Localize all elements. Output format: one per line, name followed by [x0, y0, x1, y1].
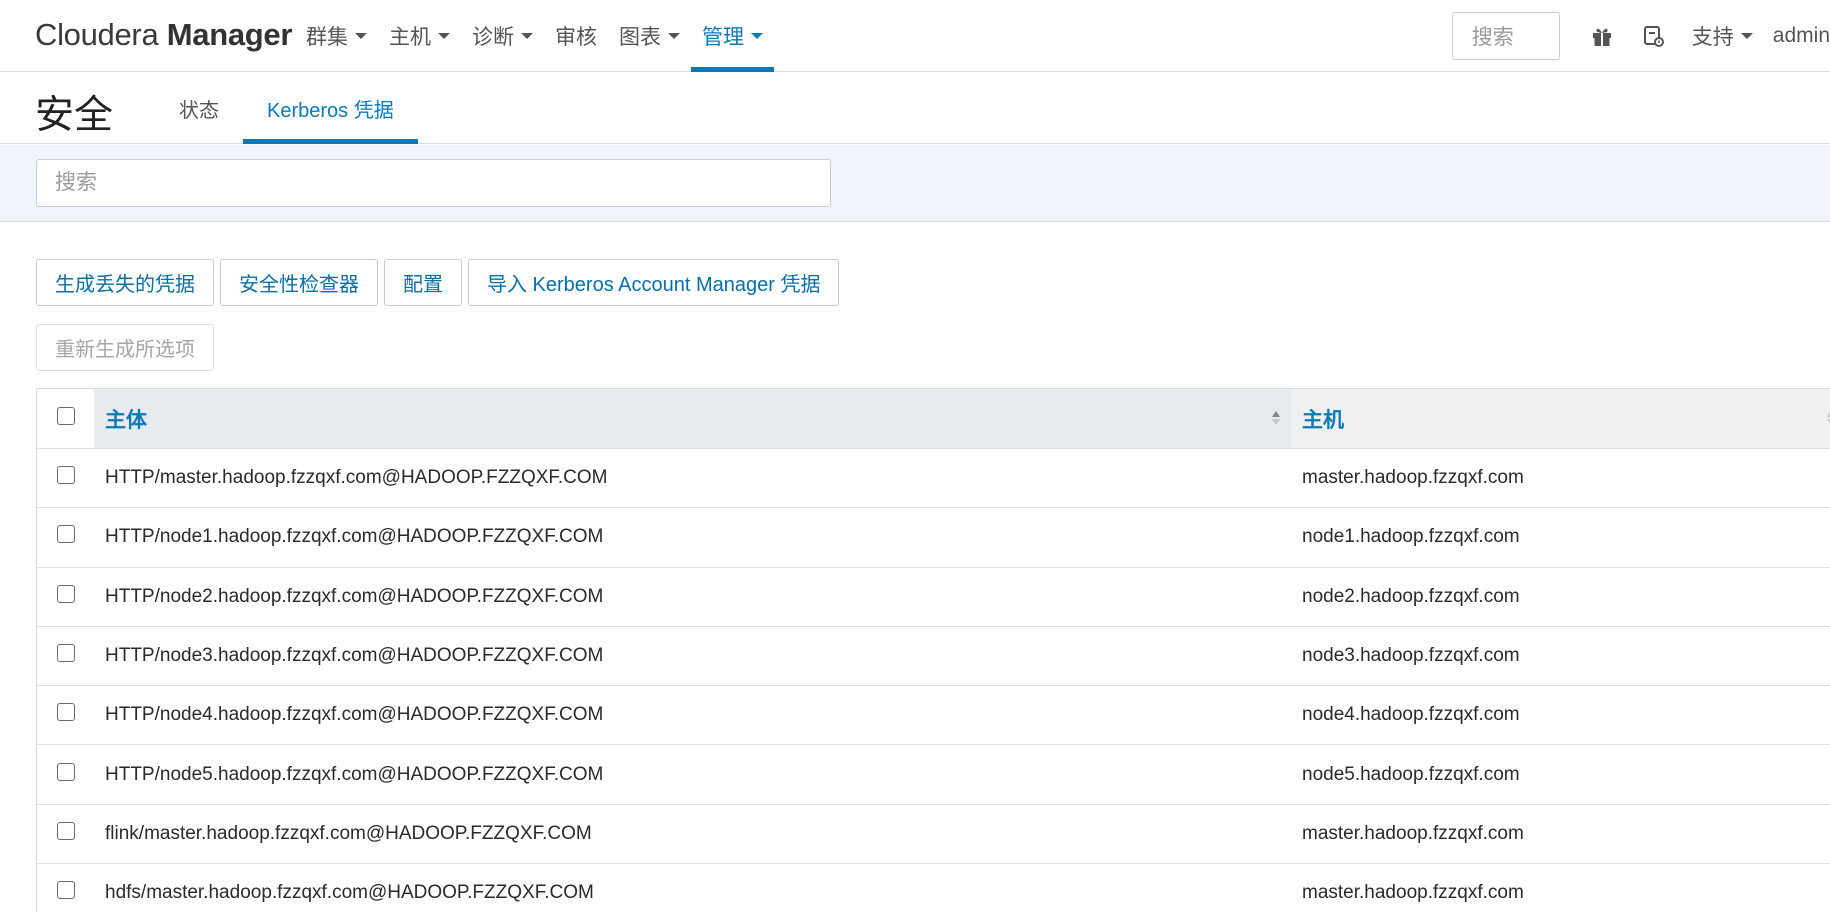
principal-cell: HTTP/master.hadoop.fzzqxf.com@HADOOP.FZZ…	[105, 467, 608, 489]
row-checkbox-cell	[37, 627, 94, 685]
brand-name-bold: Manager	[166, 17, 293, 52]
tab-status[interactable]: 状态	[155, 72, 243, 144]
user-menu[interactable]: admin	[1765, 0, 1830, 72]
host-cell: node1.hadoop.fzzqxf.com	[1302, 526, 1520, 548]
sort-icon	[1827, 412, 1830, 424]
principal-cell: HTTP/node1.hadoop.fzzqxf.com@HADOOP.FZZQ…	[105, 526, 604, 548]
host-cell: master.hadoop.fzzqxf.com	[1302, 467, 1524, 489]
nav-audits-label: 审核	[555, 26, 597, 49]
page-title: 安全	[35, 94, 114, 137]
column-header-principal-label: 主体	[105, 408, 147, 432]
guided-tour-icon[interactable]	[1628, 0, 1680, 72]
nav-diagnostics-label: 诊断	[472, 26, 514, 49]
selection-toolbar: 重新生成所选项	[36, 324, 220, 371]
nav-charts-label: 图表	[619, 26, 661, 49]
host-cell: node2.hadoop.fzzqxf.com	[1302, 585, 1520, 607]
tab-kerberos-credentials[interactable]: Kerberos 凭据	[243, 72, 418, 144]
brand-logo[interactable]: Cloudera Manager	[35, 17, 292, 53]
row-checkbox[interactable]	[56, 762, 75, 781]
host-cell: node4.hadoop.fzzqxf.com	[1302, 704, 1520, 726]
credentials-table: 主体 主机 HTTP/master.hadoop.fzzqxf.com@HADO…	[36, 388, 1830, 912]
principal-cell: flink/master.hadoop.fzzqxf.com@HADOOP.FZ…	[105, 822, 592, 844]
support-menu[interactable]: 支持	[1680, 0, 1765, 72]
select-all-cell	[37, 389, 94, 448]
row-checkbox[interactable]	[56, 466, 75, 485]
nav-charts[interactable]: 图表	[608, 0, 691, 72]
row-checkbox-cell	[37, 686, 94, 744]
chevron-down-icon	[355, 33, 367, 39]
import-kerberos-credentials-button[interactable]: 导入 Kerberos Account Manager 凭据	[468, 259, 840, 306]
table-row[interactable]: flink/master.hadoop.fzzqxf.com@HADOOP.FZ…	[37, 805, 1830, 865]
gift-icon[interactable]	[1576, 0, 1628, 72]
row-checkbox[interactable]	[56, 881, 75, 900]
chevron-down-icon	[751, 33, 763, 39]
host-cell: node5.hadoop.fzzqxf.com	[1302, 763, 1520, 785]
row-checkbox[interactable]	[56, 703, 75, 722]
nav-administration-label: 管理	[702, 26, 744, 49]
table-row[interactable]: hdfs/master.hadoop.fzzqxf.com@HADOOP.FZZ…	[37, 864, 1830, 912]
table-header: 主体 主机	[37, 389, 1830, 449]
table-row[interactable]: HTTP/node5.hadoop.fzzqxf.com@HADOOP.FZZQ…	[37, 745, 1830, 805]
nav-hosts[interactable]: 主机	[378, 0, 461, 72]
nav-audits[interactable]: 审核	[544, 0, 608, 72]
row-checkbox[interactable]	[56, 584, 75, 603]
table-row[interactable]: HTTP/master.hadoop.fzzqxf.com@HADOOP.FZZ…	[37, 449, 1830, 509]
row-checkbox-cell	[37, 508, 94, 566]
row-checkbox[interactable]	[56, 644, 75, 663]
chevron-down-icon	[668, 33, 680, 39]
page-header: 安全 状态 Kerberos 凭据	[0, 72, 1830, 144]
global-search-input[interactable]: 搜索	[1451, 12, 1560, 60]
column-header-principal[interactable]: 主体	[94, 389, 1291, 448]
table-row[interactable]: HTTP/node4.hadoop.fzzqxf.com@HADOOP.FZZQ…	[37, 686, 1830, 746]
security-inspector-button[interactable]: 安全性检查器	[220, 259, 378, 306]
regenerate-selected-button[interactable]: 重新生成所选项	[36, 324, 214, 371]
top-navbar: Cloudera Manager 群集 主机 诊断 审核 图表 管理 搜索 支持…	[0, 0, 1830, 72]
filter-bar	[0, 145, 1830, 222]
generate-missing-credentials-button[interactable]: 生成丢失的凭据	[36, 259, 214, 306]
row-checkbox[interactable]	[56, 821, 75, 840]
chevron-down-icon	[521, 33, 533, 39]
table-row[interactable]: HTTP/node1.hadoop.fzzqxf.com@HADOOP.FZZQ…	[37, 508, 1830, 568]
main-nav: 群集 主机 诊断 审核 图表 管理	[295, 0, 774, 72]
nav-administration[interactable]: 管理	[691, 0, 774, 72]
host-cell: master.hadoop.fzzqxf.com	[1302, 822, 1524, 844]
nav-clusters-label: 群集	[306, 26, 348, 49]
table-row[interactable]: HTTP/node3.hadoop.fzzqxf.com@HADOOP.FZZQ…	[37, 627, 1830, 687]
nav-diagnostics[interactable]: 诊断	[461, 0, 544, 72]
column-header-host-label: 主机	[1302, 408, 1344, 432]
nav-hosts-label: 主机	[389, 26, 431, 49]
chevron-down-icon	[1740, 33, 1753, 39]
navbar-right: 搜索 支持 admin	[1451, 0, 1830, 72]
row-checkbox-cell	[37, 449, 94, 507]
principal-cell: HTTP/node2.hadoop.fzzqxf.com@HADOOP.FZZQ…	[105, 585, 604, 607]
principal-cell: HTTP/node5.hadoop.fzzqxf.com@HADOOP.FZZQ…	[105, 763, 604, 785]
row-checkbox-cell	[37, 745, 94, 803]
action-toolbar: 生成丢失的凭据 安全性检查器 配置 导入 Kerberos Account Ma…	[36, 259, 845, 306]
row-checkbox[interactable]	[56, 525, 75, 544]
host-cell: node3.hadoop.fzzqxf.com	[1302, 645, 1520, 667]
sort-icon	[1272, 411, 1280, 425]
column-header-host[interactable]: 主机	[1291, 389, 1830, 448]
host-cell: master.hadoop.fzzqxf.com	[1302, 882, 1524, 904]
chevron-down-icon	[438, 33, 450, 39]
row-checkbox-cell	[37, 805, 94, 863]
row-checkbox-cell	[37, 568, 94, 626]
principal-cell: hdfs/master.hadoop.fzzqxf.com@HADOOP.FZZ…	[105, 882, 594, 904]
table-row[interactable]: HTTP/node2.hadoop.fzzqxf.com@HADOOP.FZZQ…	[37, 568, 1830, 627]
principal-cell: HTTP/node4.hadoop.fzzqxf.com@HADOOP.FZZQ…	[105, 704, 604, 726]
principal-cell: HTTP/node3.hadoop.fzzqxf.com@HADOOP.FZZQ…	[105, 645, 604, 667]
support-label: 支持	[1691, 26, 1734, 49]
select-all-checkbox[interactable]	[56, 406, 75, 425]
nav-clusters[interactable]: 群集	[295, 0, 378, 72]
page-tabs: 状态 Kerberos 凭据	[155, 72, 418, 144]
configure-button[interactable]: 配置	[384, 259, 462, 306]
brand-name-light: Cloudera	[35, 17, 159, 52]
row-checkbox-cell	[37, 864, 94, 912]
search-input[interactable]	[36, 159, 831, 207]
